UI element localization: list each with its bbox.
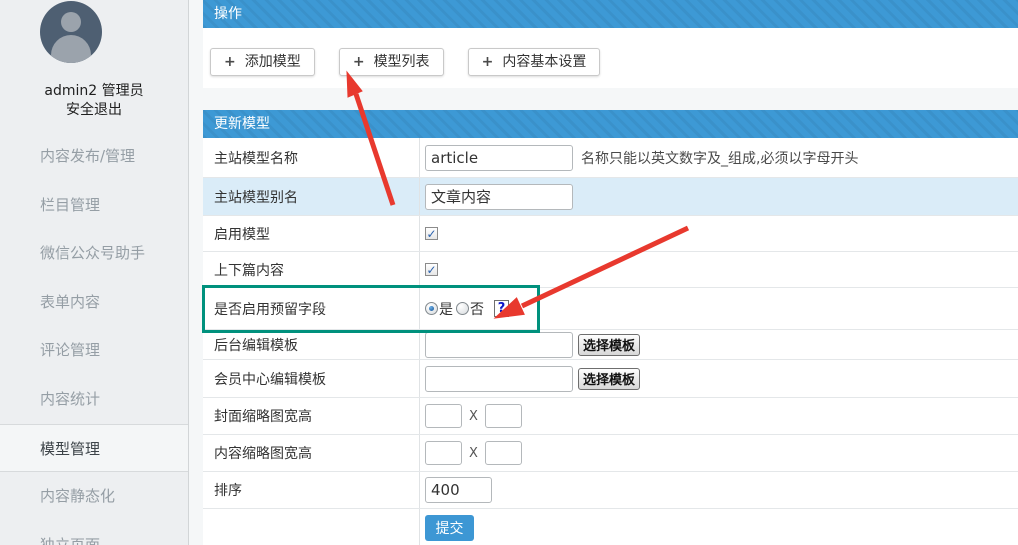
plus-icon: + (482, 54, 494, 70)
member-template-input[interactable] (425, 366, 573, 392)
sidebar-item-content-static[interactable]: 内容静态化 (0, 472, 188, 521)
cover-thumb-width-input[interactable] (425, 404, 462, 428)
operations-header: 操作 (203, 0, 1018, 28)
add-model-button[interactable]: +添加模型 (210, 48, 315, 76)
reserved-no-radio[interactable] (456, 302, 469, 315)
size-separator: X (469, 446, 478, 461)
choose-member-template-button[interactable]: 选择模板 (578, 368, 640, 390)
form-row-content-thumb-size: 内容缩略图宽高 X (203, 435, 1018, 472)
model-alias-input[interactable] (425, 184, 573, 210)
form-row-sort: 排序 (203, 472, 1018, 509)
operations-section: 操作 +添加模型 +模型列表 +内容基本设置 (203, 0, 1018, 88)
model-list-button[interactable]: +模型列表 (339, 48, 444, 76)
sidebar-menu: 内容发布/管理 栏目管理 微信公众号助手 表单内容 评论管理 内容统计 模型管理… (0, 132, 188, 545)
plus-icon: + (353, 54, 365, 70)
model-name-hint: 名称只能以英文数字及_组成,必须以字母开头 (581, 148, 858, 168)
content-basic-settings-button[interactable]: +内容基本设置 (468, 48, 601, 76)
update-model-section: 更新模型 主站模型名称 名称只能以英文数字及_组成,必须以字母开头 主站模型别名… (203, 110, 1018, 545)
sidebar: admin2 管理员 安全退出 内容发布/管理 栏目管理 微信公众号助手 表单内… (0, 0, 189, 545)
submit-button[interactable]: 提交 (425, 515, 474, 541)
form-row-reserved-fields: 是否启用预留字段 是 否 ? (203, 288, 1018, 330)
main-content: 操作 +添加模型 +模型列表 +内容基本设置 更新模型 主站模型名称 名称只能以… (203, 0, 1018, 545)
form-row-model-name: 主站模型名称 名称只能以英文数字及_组成,必须以字母开头 (203, 138, 1018, 178)
sidebar-item-comment-manage[interactable]: 评论管理 (0, 326, 188, 375)
form-row-prev-next: 上下篇内容 ✓ (203, 252, 1018, 288)
sidebar-item-independent-page[interactable]: 独立页面 (0, 521, 188, 545)
admin-template-input[interactable] (425, 332, 573, 358)
logout-link[interactable]: 安全退出 (0, 99, 188, 119)
check-icon: ✓ (426, 229, 436, 239)
reserved-yes-radio[interactable] (425, 302, 438, 315)
sidebar-item-content-stats[interactable]: 内容统计 (0, 375, 188, 424)
sidebar-item-content-publish[interactable]: 内容发布/管理 (0, 132, 188, 181)
model-name-input[interactable] (425, 145, 573, 171)
form-row-model-alias: 主站模型别名 (203, 178, 1018, 216)
check-icon: ✓ (426, 265, 436, 275)
operations-toolbar: +添加模型 +模型列表 +内容基本设置 (203, 28, 1018, 88)
update-model-form: 主站模型名称 名称只能以英文数字及_组成,必须以字母开头 主站模型别名 启用模型… (203, 138, 1018, 545)
sidebar-item-category-manage[interactable]: 栏目管理 (0, 181, 188, 230)
form-row-submit: 提交 (203, 509, 1018, 545)
sort-input[interactable] (425, 477, 492, 503)
form-row-enable-model: 启用模型 ✓ (203, 216, 1018, 252)
cover-thumb-height-input[interactable] (485, 404, 522, 428)
sidebar-item-form-content[interactable]: 表单内容 (0, 278, 188, 327)
user-avatar (40, 1, 102, 63)
form-row-member-template: 会员中心编辑模板 选择模板 (203, 360, 1018, 398)
sidebar-item-model-manage[interactable]: 模型管理 (0, 424, 188, 473)
avatar-person-icon (61, 12, 81, 32)
prev-next-checkbox[interactable]: ✓ (425, 263, 438, 276)
sidebar-item-wechat-helper[interactable]: 微信公众号助手 (0, 229, 188, 278)
size-separator: X (469, 409, 478, 424)
form-row-admin-template: 后台编辑模板 选择模板 (203, 330, 1018, 360)
plus-icon: + (224, 54, 236, 70)
content-thumb-height-input[interactable] (485, 441, 522, 465)
choose-admin-template-button[interactable]: 选择模板 (578, 334, 640, 356)
enable-model-checkbox[interactable]: ✓ (425, 227, 438, 240)
content-thumb-width-input[interactable] (425, 441, 462, 465)
update-model-header: 更新模型 (203, 110, 1018, 138)
user-name: admin2 管理员 (0, 80, 188, 100)
form-row-cover-thumb-size: 封面缩略图宽高 X (203, 398, 1018, 435)
help-icon[interactable]: ? (494, 300, 509, 317)
